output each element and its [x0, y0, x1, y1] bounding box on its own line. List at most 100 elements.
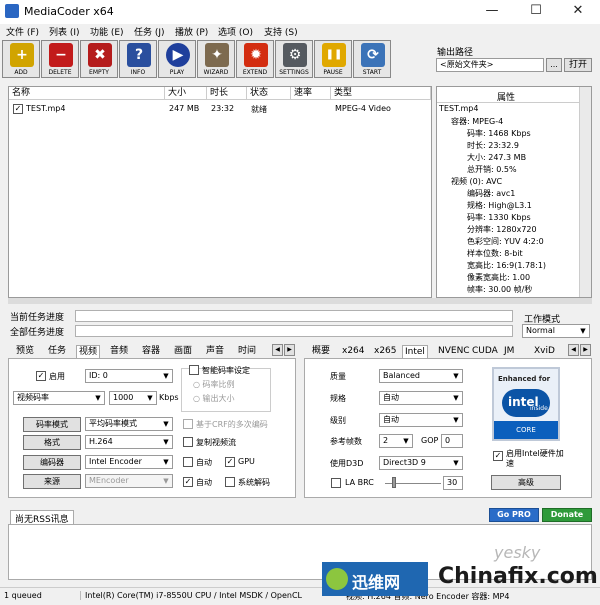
row-checkbox[interactable]: ✓ [13, 104, 23, 114]
browse-button[interactable]: ... [546, 58, 562, 72]
encoder-select[interactable]: Intel Encoder ▼ [85, 455, 173, 469]
extend-button[interactable]: ✹ EXTEND [236, 40, 274, 78]
properties-scrollbar[interactable] [579, 87, 591, 297]
profile-select[interactable]: 自动 ▼ [379, 391, 463, 405]
wizard-button[interactable]: ✦ WIZARD [197, 40, 235, 78]
source-select[interactable]: MEncoder ▼ [85, 474, 173, 488]
tab-jm[interactable]: JM [502, 345, 516, 359]
tab-summary[interactable]: 概要 [310, 345, 332, 359]
advanced-button[interactable]: 高级 [491, 475, 561, 490]
la-brc-checkbox[interactable] [331, 478, 341, 488]
menu-task[interactable]: 任务 (J) [134, 25, 165, 38]
ratio-radio[interactable]: ○ 码率比例 [193, 379, 235, 390]
tab-scroll-left-icon[interactable]: ◀ [272, 344, 283, 356]
auto-source-checkbox[interactable]: ✓ [183, 477, 193, 487]
copy-stream-checkbox[interactable] [183, 437, 193, 447]
hw-accel-label: 启用Intel硬件加速 [506, 449, 564, 468]
format-select[interactable]: H.264 ▼ [85, 435, 173, 449]
smart-bitrate-checkbox[interactable] [189, 365, 199, 375]
kbps-label: Kbps [159, 393, 179, 402]
ref-frames-value: 2 [383, 436, 389, 445]
crf-multipass-checkbox[interactable] [183, 419, 193, 429]
start-label: START [362, 69, 382, 76]
settings-button[interactable]: ⚙ SETTINGS [275, 40, 313, 78]
wizard-icon: ✦ [205, 43, 229, 67]
tab-picture[interactable]: 画面 [172, 345, 194, 359]
la-brc-value[interactable]: 30 [443, 476, 463, 490]
tab-xvid[interactable]: XviD [532, 345, 557, 359]
info-button[interactable]: ? INFO [119, 40, 157, 78]
bitrate-mode-value: 视频码率 [17, 393, 49, 402]
bitrate-mode-select[interactable]: 视频码率 ▼ [13, 391, 105, 405]
menu-options[interactable]: 选项 (O) [218, 25, 253, 38]
enable-checkbox[interactable]: ✓ [36, 371, 46, 381]
gop-input[interactable]: 0 [441, 434, 463, 448]
start-button[interactable]: ⟳ START [353, 40, 391, 78]
tab-audio[interactable]: 音频 [108, 345, 130, 359]
tab-video[interactable]: 视频 [76, 345, 101, 359]
auto-encoder-checkbox[interactable] [183, 457, 193, 467]
col-duration[interactable]: 时长 [207, 87, 247, 100]
tab-container[interactable]: 容器 [140, 345, 162, 359]
auto-encoder-label: 自动 [196, 458, 212, 467]
menu-support[interactable]: 支持 (S) [264, 25, 298, 38]
encoder-button[interactable]: 编码器 [23, 455, 81, 470]
tab-task[interactable]: 任务 [46, 345, 68, 359]
work-mode-select[interactable]: Normal ▼ [522, 324, 590, 338]
open-folder-button[interactable]: 打开 [564, 58, 592, 72]
ref-frames-select[interactable]: 2 ▼ [379, 434, 413, 448]
tab-x264[interactable]: x264 [340, 345, 367, 359]
close-button[interactable]: ✕ [556, 0, 600, 24]
col-type[interactable]: 类型 [331, 87, 431, 100]
horizontal-scrollbar[interactable] [8, 298, 592, 304]
tab-cuda[interactable]: CUDA [470, 345, 500, 359]
track-id-select[interactable]: ID: 0 ▼ [85, 369, 173, 383]
bitrate-input[interactable]: 1000 ▼ [109, 391, 157, 405]
minimize-button[interactable]: — [470, 0, 514, 24]
play-button[interactable]: ▶ PLAY [158, 40, 196, 78]
tab-intel[interactable]: Intel [402, 345, 428, 359]
d3d-select[interactable]: Direct3D 9 ▼ [379, 456, 463, 470]
system-decode-checkbox[interactable] [225, 477, 235, 487]
file-list[interactable]: 名称 大小 时长 状态 速率 类型 ✓ TEST.mp4 247 MB 23:3… [8, 86, 432, 298]
menu-list[interactable]: 列表 (I) [49, 25, 80, 38]
menu-play[interactable]: 播放 (P) [175, 25, 208, 38]
col-status[interactable]: 状态 [247, 87, 291, 100]
tab2-scroll-right-icon[interactable]: ▶ [580, 344, 591, 356]
tab-sound[interactable]: 声音 [204, 345, 226, 359]
tab-x265[interactable]: x265 [372, 345, 399, 359]
menu-file[interactable]: 文件 (F) [6, 25, 39, 38]
format-button[interactable]: 格式 [23, 435, 81, 450]
rate-control-select[interactable]: 平均码率模式 ▼ [85, 417, 173, 431]
add-button[interactable]: + ADD [2, 40, 40, 78]
delete-button[interactable]: − DELETE [41, 40, 79, 78]
outsize-radio[interactable]: ○ 输出大小 [193, 393, 235, 404]
tab-preview[interactable]: 预览 [14, 345, 36, 359]
donate-button[interactable]: Donate [542, 508, 592, 522]
tab2-scroll-left-icon[interactable]: ◀ [568, 344, 579, 356]
menu-function[interactable]: 功能 (E) [90, 25, 124, 38]
source-button[interactable]: 来源 [23, 474, 81, 489]
tab-nvenc[interactable]: NVENC [436, 345, 472, 359]
rate-control-value: 平均码率模式 [89, 419, 137, 428]
tab-scroll-right-icon[interactable]: ▶ [284, 344, 295, 356]
rate-control-button[interactable]: 码率模式 [23, 417, 81, 432]
la-brc-slider-handle[interactable] [392, 477, 396, 488]
empty-button[interactable]: ✖ EMPTY [80, 40, 118, 78]
col-name[interactable]: 名称 [9, 87, 165, 100]
level-select[interactable]: 自动 ▼ [379, 413, 463, 427]
go-pro-button[interactable]: Go PRO [489, 508, 539, 522]
maximize-button[interactable]: ☐ [514, 0, 558, 24]
tab-time[interactable]: 时间 [236, 345, 258, 359]
info-icon: ? [127, 43, 151, 67]
col-rate[interactable]: 速率 [291, 87, 331, 100]
output-path-input[interactable]: <原始文件夹> [436, 58, 544, 72]
hw-accel-checkbox[interactable]: ✓ [493, 451, 503, 461]
delete-label: DELETE [48, 69, 72, 76]
quality-select[interactable]: Balanced ▼ [379, 369, 463, 383]
chinafix-cn-text: 迅维网 [352, 573, 401, 592]
gpu-checkbox[interactable]: ✓ [225, 457, 235, 467]
col-size[interactable]: 大小 [165, 87, 207, 100]
source-value: MEncoder [89, 476, 129, 485]
pause-button[interactable]: ❚❚ PAUSE [314, 40, 352, 78]
